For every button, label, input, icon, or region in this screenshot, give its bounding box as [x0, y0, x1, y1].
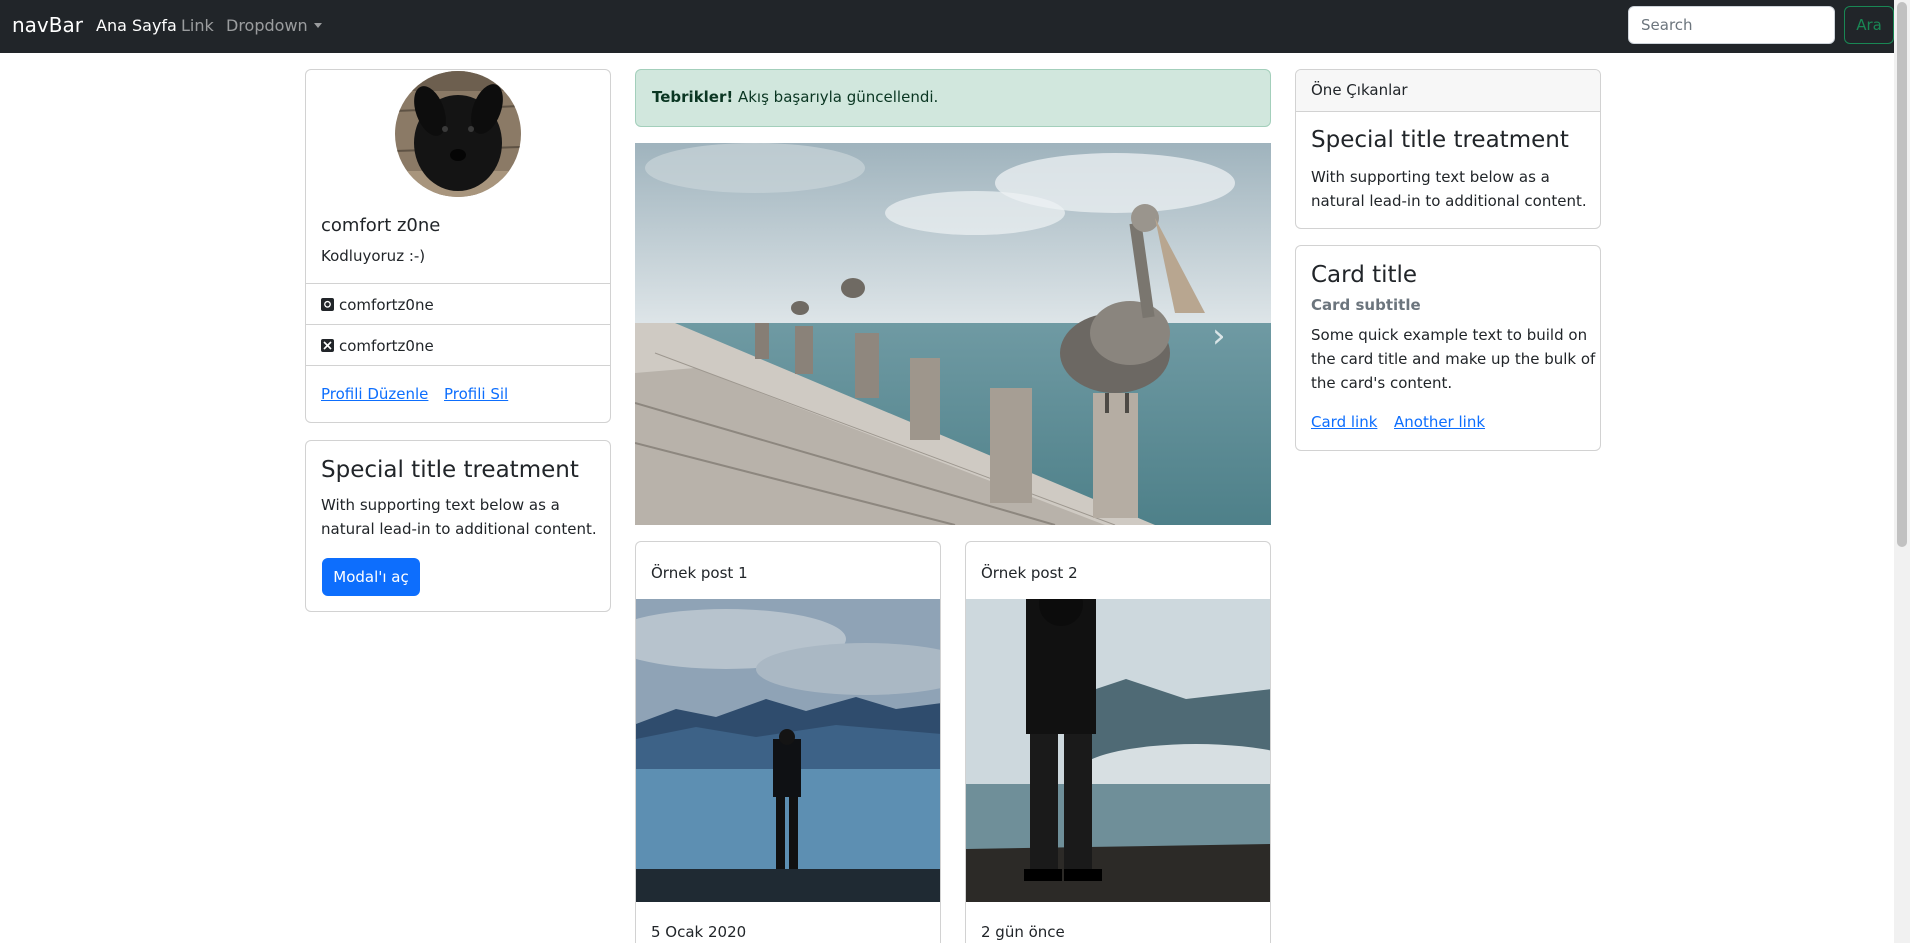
success-alert: Tebrikler! Akış başarıyla güncellendi.	[635, 69, 1271, 127]
card-text-line: With supporting text below as a	[321, 496, 560, 514]
post-image-lake	[636, 599, 940, 902]
open-modal-button[interactable]: Modal'ı aç	[322, 558, 420, 596]
github-username: comfortz0ne	[339, 296, 434, 314]
post-image-misty-dock	[966, 599, 1270, 902]
special-title-card: Special title treatment With supporting …	[305, 440, 611, 612]
caret-down-icon	[313, 23, 322, 28]
card-text-line: the card's content.	[1311, 374, 1453, 392]
nav-dropdown-label: Dropdown	[226, 16, 308, 35]
profile-bio: Kodluyoruz :-)	[321, 247, 426, 265]
post-date: 2 gün önce	[981, 923, 1065, 941]
scrollbar[interactable]	[1894, 0, 1910, 943]
profile-name: comfort z0ne	[321, 215, 441, 236]
card-link[interactable]: Card link	[1311, 413, 1377, 431]
divider	[306, 283, 610, 284]
search-input[interactable]	[1628, 6, 1835, 44]
divider	[306, 324, 610, 325]
scrollbar-thumb[interactable]	[1897, 2, 1907, 547]
card-text-line: natural lead-in to additional content.	[1311, 192, 1587, 210]
card-title: Card title	[1311, 262, 1418, 288]
chevron-right-icon[interactable]: ›	[1212, 316, 1226, 356]
top-navbar: navBar Ana Sayfa Link Dropdown Ara	[0, 0, 1910, 53]
post-card-1: Örnek post 1 5 Ocak 2020	[635, 541, 941, 943]
x-icon	[321, 339, 334, 352]
edit-profile-link[interactable]: Profili Düzenle	[321, 385, 428, 403]
card-title: Special title treatment	[321, 457, 579, 483]
x-row: comfortz0ne	[321, 334, 434, 358]
alert-strong: Tebrikler!	[652, 88, 734, 106]
search-button[interactable]: Ara	[1844, 6, 1894, 44]
card-text-line: With supporting text below as a	[1311, 168, 1550, 186]
another-link[interactable]: Another link	[1394, 413, 1485, 431]
card-title: Special title treatment	[1311, 127, 1569, 153]
card-subtitle: Card subtitle	[1311, 296, 1421, 314]
featured-card: Öne Çıkanlar Special title treatment Wit…	[1295, 69, 1601, 229]
post-title: Örnek post 1	[651, 564, 748, 582]
pelican-image	[635, 143, 1271, 525]
nav-link-ana-sayfa[interactable]: Ana Sayfa	[96, 16, 177, 35]
divider	[1296, 111, 1600, 112]
post-date: 5 Ocak 2020	[651, 923, 747, 941]
nav-dropdown[interactable]: Dropdown	[226, 16, 322, 35]
card-header-text: Öne Çıkanlar	[1311, 81, 1408, 99]
card-text-line: the card title and make up the bulk of	[1311, 350, 1596, 368]
nav-link-link[interactable]: Link	[181, 16, 214, 35]
carousel[interactable]	[635, 143, 1271, 525]
post-card-2: Örnek post 2 2 gün önce	[965, 541, 1271, 943]
card-text-line: natural lead-in to additional content.	[321, 520, 597, 538]
github-icon	[321, 298, 334, 311]
github-row: comfortz0ne	[321, 293, 434, 317]
divider	[306, 365, 610, 366]
profile-card: comfort z0ne Kodluyoruz :-) comfortz0ne …	[305, 69, 611, 423]
x-username: comfortz0ne	[339, 337, 434, 355]
card-title-card: Card title Card subtitle Some quick exam…	[1295, 245, 1601, 451]
alert-message: Akış başarıyla güncellendi.	[733, 88, 939, 106]
delete-profile-link[interactable]: Profili Sil	[444, 385, 508, 403]
post-title: Örnek post 2	[981, 564, 1078, 582]
navbar-brand[interactable]: navBar	[12, 13, 83, 37]
avatar	[395, 71, 521, 197]
card-text-line: Some quick example text to build on	[1311, 326, 1588, 344]
